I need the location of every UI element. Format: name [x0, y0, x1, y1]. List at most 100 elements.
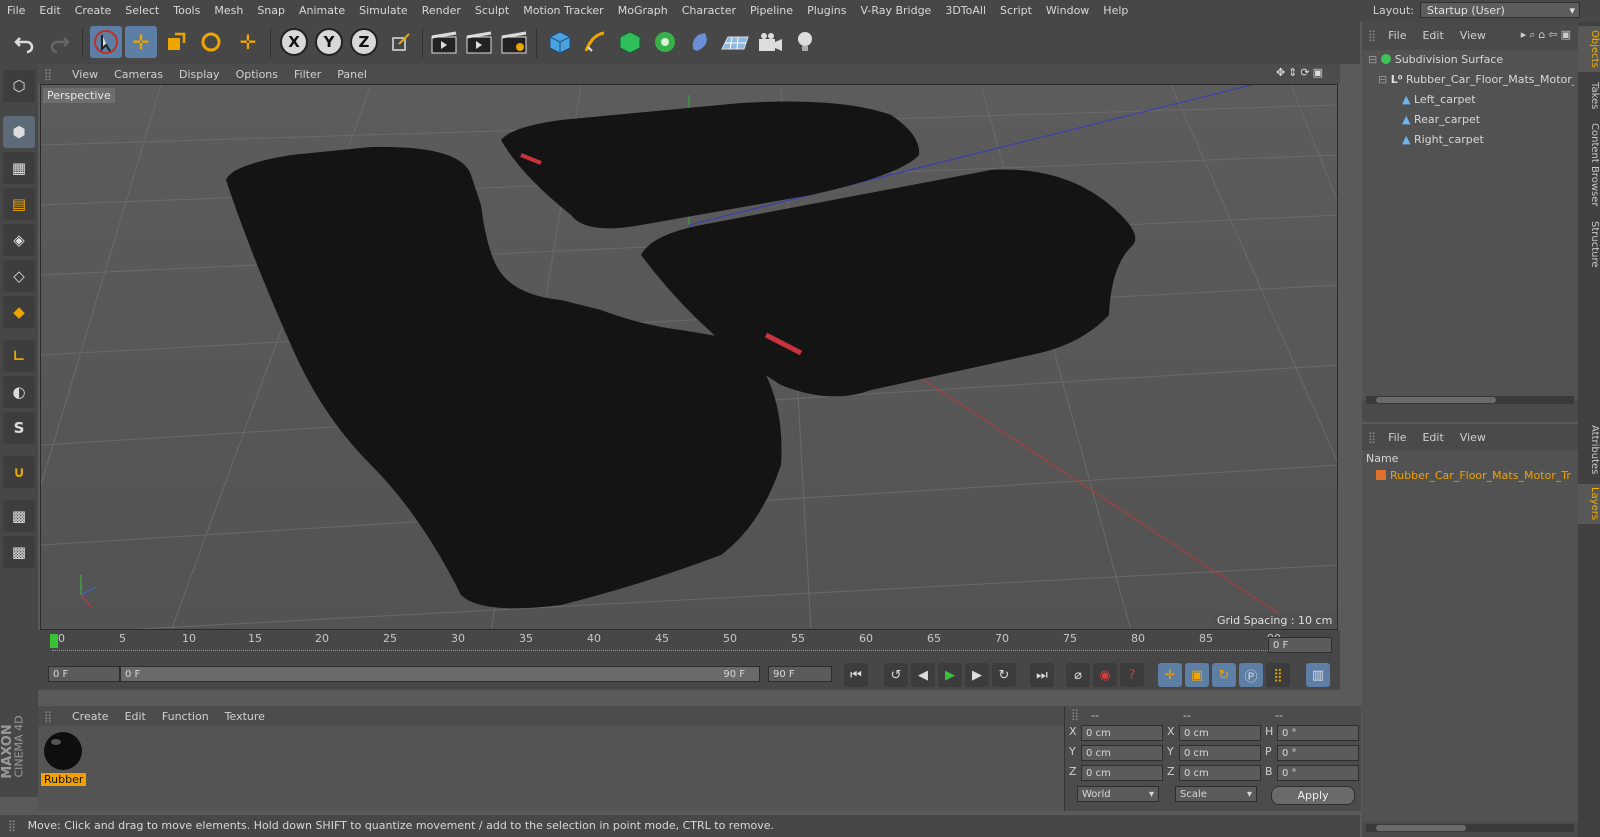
size-y-field[interactable]: 0 cm	[1179, 745, 1261, 761]
axis-mode-button[interactable]: ∟	[3, 340, 35, 372]
cube-object-button[interactable]	[544, 26, 576, 58]
next-frame-button[interactable]: ▶	[965, 663, 989, 687]
redo-button[interactable]	[44, 26, 76, 58]
workplane-axis-button[interactable]: ▩	[3, 536, 35, 568]
play-button[interactable]: ▶	[938, 663, 962, 687]
spline-pen-button[interactable]	[579, 26, 611, 58]
go-to-start-button[interactable]: ⏮	[844, 663, 868, 687]
menu-sculpt[interactable]: Sculpt	[468, 0, 516, 22]
objects-menu-view[interactable]: View	[1452, 29, 1494, 42]
key-scale-button[interactable]: ▣	[1185, 663, 1209, 687]
position-x-field[interactable]: 0 cm	[1081, 725, 1163, 741]
menu-character[interactable]: Character	[675, 0, 743, 22]
rotation-b-field[interactable]: 0 °	[1277, 765, 1359, 781]
lock-workplane-button[interactable]: ▩	[3, 500, 35, 532]
viewport-nav-icons[interactable]: ✥⇕⟳▣	[1276, 66, 1326, 79]
z-axis-lock-button[interactable]: Z	[350, 28, 378, 56]
tree-item-right-carpet[interactable]: ▲ Right_carpet	[1402, 130, 1574, 150]
select-tool-button[interactable]	[90, 26, 122, 58]
playhead-marker[interactable]	[50, 634, 58, 648]
current-frame-field[interactable]: 0 F	[48, 666, 120, 682]
light-button[interactable]	[789, 26, 821, 58]
magnet-button[interactable]: ∪	[3, 456, 35, 488]
record-button[interactable]: ◉	[1093, 663, 1117, 687]
camera-label[interactable]: Perspective	[43, 88, 115, 103]
tab-structure[interactable]: Structure	[1578, 216, 1600, 272]
scale-tool-button[interactable]	[160, 26, 192, 58]
object-tree-hscrollbar[interactable]	[1366, 396, 1574, 404]
menu-pipeline[interactable]: Pipeline	[743, 0, 800, 22]
menu-tools[interactable]: Tools	[166, 0, 207, 22]
snap-button[interactable]: S	[3, 412, 35, 444]
layers-menu-edit[interactable]: Edit	[1414, 431, 1451, 444]
previous-key-button[interactable]: ↺	[884, 663, 908, 687]
render-picture-viewer-button[interactable]	[463, 26, 495, 58]
material-swatch[interactable]	[42, 730, 84, 772]
timeline-window-button[interactable]: ▥	[1306, 663, 1330, 687]
tab-layers[interactable]: Layers	[1578, 484, 1600, 524]
menu-simulate[interactable]: Simulate	[352, 0, 415, 22]
viewport-menu-cameras[interactable]: Cameras	[106, 68, 171, 81]
autokey-button[interactable]: ?	[1120, 663, 1144, 687]
camera-button[interactable]	[754, 26, 786, 58]
move-tool-button[interactable]: ✛	[125, 26, 157, 58]
polygons-mode-button[interactable]: ◆	[3, 296, 35, 328]
menu-mograph[interactable]: MoGraph	[611, 0, 675, 22]
cloner-button[interactable]	[649, 26, 681, 58]
objects-menu-edit[interactable]: Edit	[1414, 29, 1451, 42]
size-mode-dropdown[interactable]: Scale ▾	[1175, 786, 1257, 802]
make-editable-button[interactable]: ⬡	[3, 70, 35, 102]
tweak-mode-button[interactable]: ◐	[3, 376, 35, 408]
texture-mode-button[interactable]: ▦	[3, 152, 35, 184]
deformer-button[interactable]	[684, 26, 716, 58]
rotation-h-field[interactable]: 0 °	[1277, 725, 1359, 741]
layout-dropdown[interactable]: Startup (User) ▾	[1420, 2, 1580, 18]
menu-help[interactable]: Help	[1096, 0, 1135, 22]
viewport-menu-display[interactable]: Display	[171, 68, 228, 81]
material-menu-texture[interactable]: Texture	[217, 710, 273, 723]
undo-button[interactable]	[8, 26, 40, 58]
menu-render[interactable]: Render	[415, 0, 468, 22]
timeline-ruler[interactable]: 0 5 10 15 20 25 30 35 40 45 50 55 60 65 …	[38, 630, 1340, 658]
viewport-menu-view[interactable]: View	[64, 68, 106, 81]
floor-button[interactable]	[719, 26, 751, 58]
workplane-mode-button[interactable]: ▤	[3, 188, 35, 220]
key-parameter-button[interactable]: Ⓟ	[1239, 663, 1263, 687]
viewport-menu-panel[interactable]: Panel	[329, 68, 375, 81]
object-manager-tool-icons[interactable]: ▸⌕⌂⇦▣	[1521, 28, 1574, 42]
material-menu-edit[interactable]: Edit	[117, 710, 154, 723]
menu-create[interactable]: Create	[68, 0, 119, 22]
tree-item-null-group[interactable]: ⊟ L⁰ Rubber_Car_Floor_Mats_Motor_1	[1378, 70, 1574, 90]
scrollbar-thumb[interactable]	[1376, 397, 1496, 403]
key-position-button[interactable]: ✛	[1158, 663, 1182, 687]
position-y-field[interactable]: 0 cm	[1081, 745, 1163, 761]
menu-motion-tracker[interactable]: Motion Tracker	[516, 0, 610, 22]
size-x-field[interactable]: 0 cm	[1179, 725, 1261, 741]
key-rotation-button[interactable]: ↻	[1212, 663, 1236, 687]
menu-snap[interactable]: Snap	[250, 0, 292, 22]
render-view-button[interactable]	[428, 26, 460, 58]
3d-viewport[interactable]	[40, 84, 1338, 630]
rotation-p-field[interactable]: 0 °	[1277, 745, 1359, 761]
material-name-label[interactable]: Rubber	[41, 773, 87, 786]
menu-3dtoall[interactable]: 3DToAll	[938, 0, 993, 22]
menu-plugins[interactable]: Plugins	[800, 0, 853, 22]
next-key-button[interactable]: ↻	[992, 663, 1016, 687]
tree-item-left-carpet[interactable]: ▲ Left_carpet	[1402, 90, 1574, 110]
menu-animate[interactable]: Animate	[292, 0, 352, 22]
tab-content-browser[interactable]: Content Browser	[1578, 120, 1600, 210]
tree-item-subdivision-surface[interactable]: ⊟ Subdivision Surface	[1368, 50, 1574, 70]
material-menu-function[interactable]: Function	[154, 710, 217, 723]
coordinate-mode-dropdown[interactable]: World ▾	[1077, 786, 1159, 802]
subdivision-surface-button[interactable]	[614, 26, 646, 58]
layer-row[interactable]: Rubber_Car_Floor_Mats_Motor_Tr	[1376, 466, 1576, 486]
layers-menu-file[interactable]: File	[1380, 431, 1414, 444]
menu-mesh[interactable]: Mesh	[207, 0, 250, 22]
menu-window[interactable]: Window	[1039, 0, 1096, 22]
scrollbar-thumb[interactable]	[1376, 825, 1466, 831]
frame-range-slider[interactable]: 0 F 90 F	[120, 666, 760, 682]
tab-objects[interactable]: Objects	[1578, 26, 1600, 72]
menu-edit[interactable]: Edit	[32, 0, 67, 22]
material-menu-create[interactable]: Create	[64, 710, 117, 723]
keyframe-selection-button[interactable]: ⌀	[1066, 663, 1090, 687]
